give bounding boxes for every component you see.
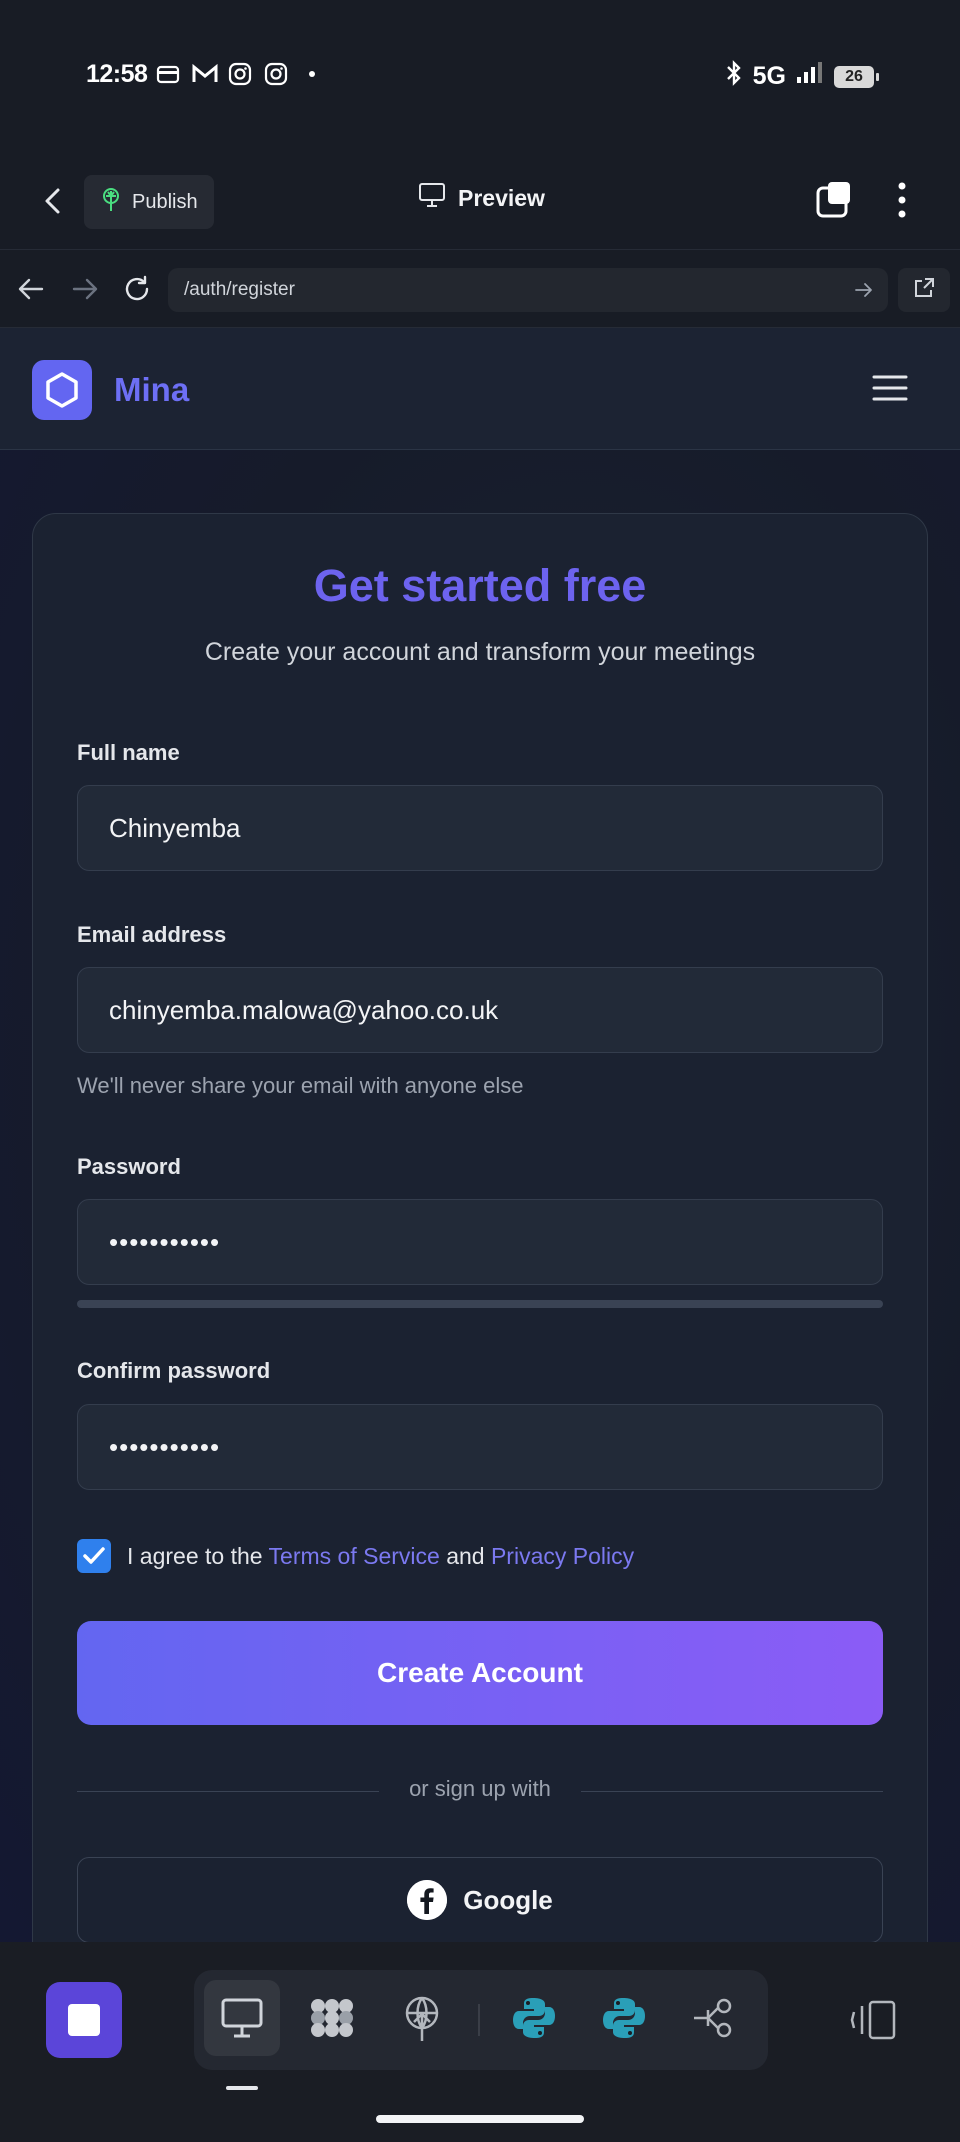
full-name-label: Full name [77, 740, 180, 765]
url-input[interactable]: /auth/register [168, 268, 888, 312]
status-right: 5G 26 [725, 60, 879, 93]
terms-checkbox[interactable] [77, 1539, 111, 1573]
email-hint: We'll never share your email with anyone… [77, 1073, 524, 1098]
bottom-dock [0, 1942, 960, 2142]
stop-icon [68, 2004, 100, 2036]
nav-back-icon[interactable] [16, 274, 46, 304]
privacy-link[interactable]: Privacy Policy [491, 1543, 634, 1569]
password-strength-bar [77, 1300, 883, 1308]
network-label: 5G [752, 62, 786, 90]
dock-separator [478, 2004, 480, 2036]
active-tool-indicator [226, 2086, 258, 2090]
reload-icon[interactable] [122, 274, 152, 304]
signal-icon [796, 61, 824, 92]
email-value: chinyemba.malowa@yahoo.co.uk [109, 994, 499, 1025]
form-subtitle: Create your account and transform your m… [204, 638, 756, 666]
external-link-icon [913, 277, 935, 304]
app-bar: Publish Preview [0, 150, 960, 250]
password-value: ••••••••••• [109, 1226, 221, 1257]
password-input[interactable]: ••••••••••• [77, 1199, 883, 1285]
tabs-icon[interactable] [814, 180, 854, 220]
battery-level: 26 [845, 67, 863, 85]
publish-label: Publish [132, 190, 198, 213]
python-icon [513, 1998, 555, 2038]
terms-agreement: I agree to the Terms of Service and Priv… [77, 1539, 634, 1573]
deploy-tool[interactable] [384, 1980, 460, 2056]
globe-upload-icon [405, 1996, 439, 2041]
publish-icon [100, 187, 122, 217]
agree-prefix: I agree to the [127, 1542, 263, 1569]
divider-text: or sign up with [379, 1776, 581, 1801]
dock-tools [194, 1970, 768, 2070]
wallet-icon [156, 62, 180, 86]
desktop-preview-tool[interactable] [204, 1980, 280, 2056]
brand-logo[interactable] [32, 360, 92, 420]
tiles-icon [311, 1999, 353, 2037]
nav-forward-icon[interactable] [70, 274, 100, 304]
full-name-input[interactable]: Chinyemba [77, 785, 883, 871]
back-icon[interactable] [38, 186, 68, 216]
go-arrow-icon[interactable] [854, 280, 874, 300]
stop-button[interactable] [46, 1982, 122, 2058]
more-notifications-dot [300, 62, 324, 86]
google-label: Google [463, 1884, 553, 1915]
menu-icon[interactable] [872, 370, 908, 406]
email-input[interactable]: chinyemba.malowa@yahoo.co.uk [77, 967, 883, 1053]
instagram-icon [228, 62, 252, 86]
branch-icon [694, 1998, 732, 2038]
status-time: 12:58 [86, 60, 148, 88]
python-tool-1[interactable] [496, 1980, 572, 2056]
confirm-password-label: Confirm password [77, 1358, 271, 1383]
instagram-icon-2 [264, 62, 288, 86]
create-account-label: Create Account [377, 1657, 583, 1688]
monitor-icon [418, 182, 446, 214]
publish-button[interactable]: Publish [84, 175, 214, 229]
notification-icons [156, 62, 324, 86]
preview-title[interactable]: Preview [418, 182, 545, 214]
password-label: Password [77, 1154, 181, 1179]
hexagon-icon [46, 372, 78, 408]
more-options-icon[interactable] [888, 180, 916, 220]
check-icon [83, 1547, 105, 1564]
status-bar: 12:58 5G 26 [0, 0, 960, 150]
confirm-password-input[interactable]: ••••••••••• [77, 1404, 883, 1490]
battery-icon: 26 [834, 65, 879, 88]
terms-link[interactable]: Terms of Service [269, 1543, 440, 1569]
monitor-icon [221, 1998, 263, 2038]
facebook-icon [407, 1880, 448, 1920]
url-text: /auth/register [184, 279, 295, 300]
create-account-button[interactable]: Create Account [77, 1621, 883, 1725]
panel-toggle-icon[interactable] [850, 1998, 898, 2042]
divider: or sign up with [0, 1776, 960, 1802]
gmail-icon [192, 62, 218, 86]
python-icon-2 [603, 1998, 645, 2038]
confirm-password-value: ••••••••••• [109, 1431, 221, 1462]
google-signup-button[interactable]: Google [77, 1857, 883, 1943]
pattern-tool[interactable] [294, 1980, 370, 2056]
browser-toolbar: /auth/register [0, 250, 960, 328]
bluetooth-icon [725, 60, 743, 93]
full-name-value: Chinyemba [109, 812, 241, 843]
preview-label: Preview [458, 184, 545, 211]
agree-and: and [446, 1542, 485, 1569]
open-external-button[interactable] [898, 268, 950, 312]
python-tool-2[interactable] [586, 1980, 662, 2056]
home-indicator[interactable] [376, 2115, 584, 2123]
workflow-tool[interactable] [676, 1980, 752, 2056]
brand-name[interactable]: Mina [114, 371, 189, 409]
form-title: Get started free [313, 560, 647, 611]
email-label: Email address [77, 922, 227, 947]
site-header: Mina [0, 328, 960, 450]
